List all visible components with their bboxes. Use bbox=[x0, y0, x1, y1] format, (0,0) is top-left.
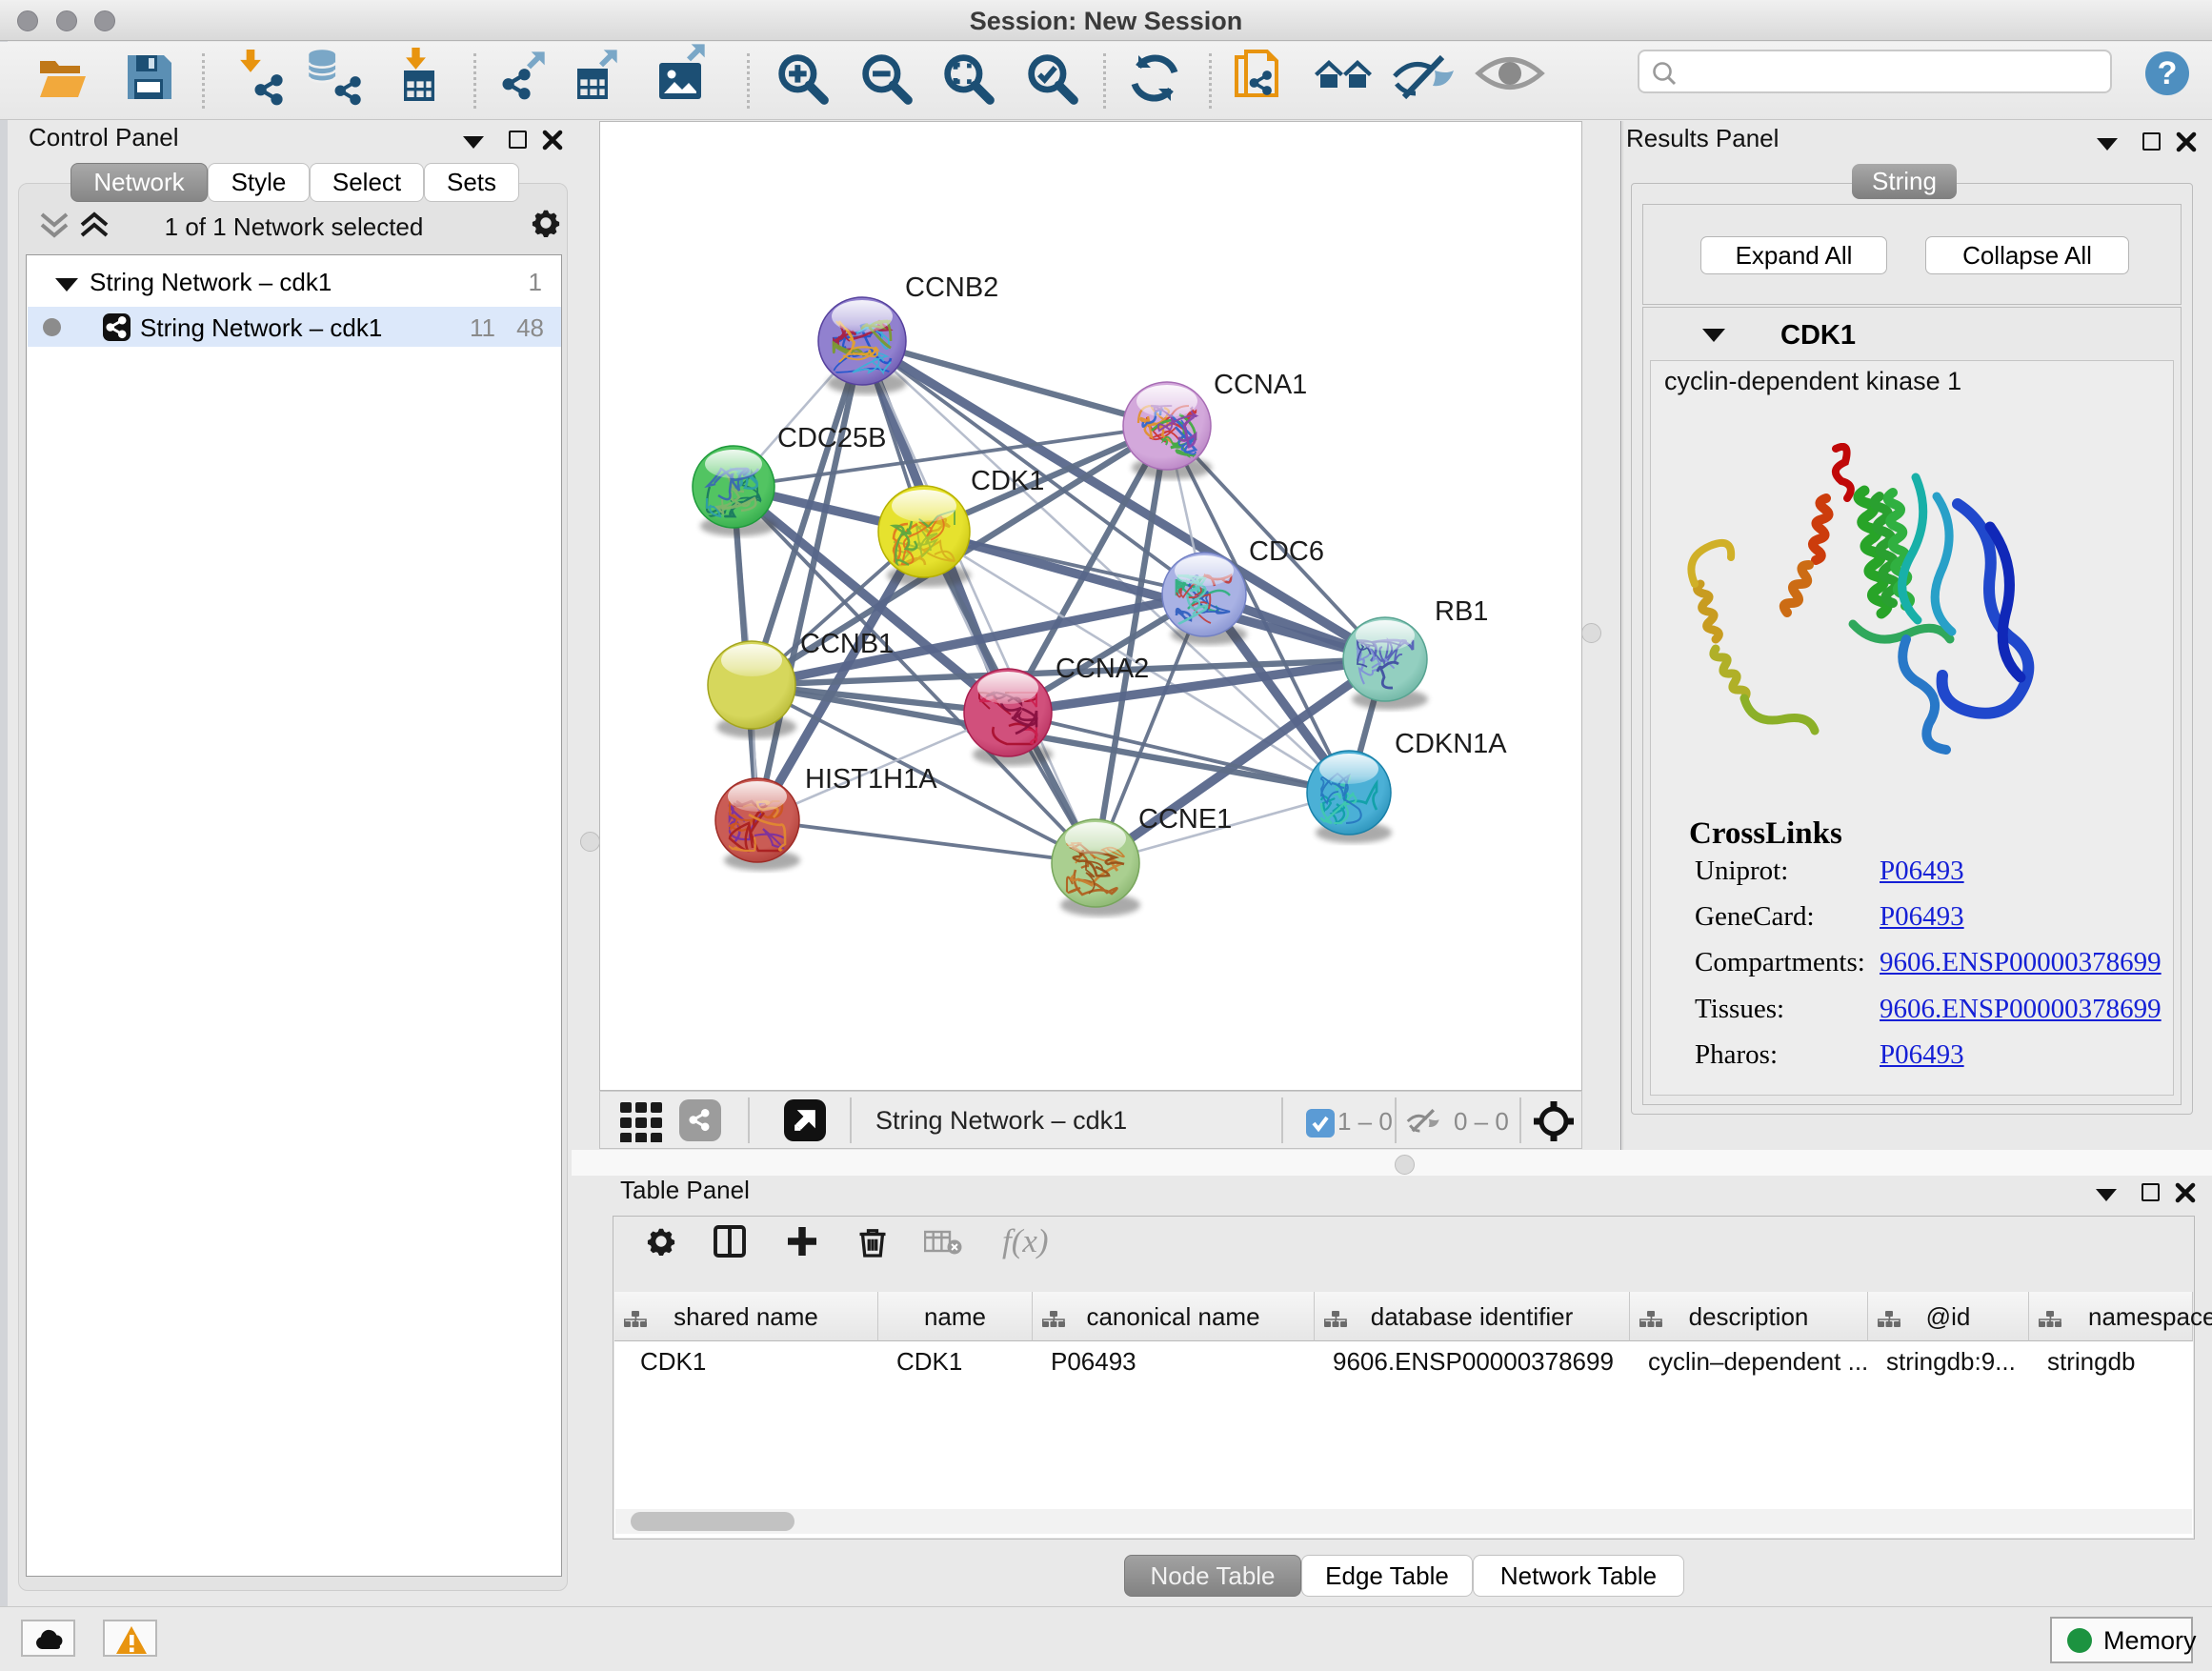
svg-text:CDC6: CDC6 bbox=[1249, 536, 1324, 567]
svg-text:CDKN1A: CDKN1A bbox=[1395, 729, 1507, 759]
svg-text:HIST1H1A: HIST1H1A bbox=[805, 764, 937, 795]
svg-text:CCNA1: CCNA1 bbox=[1214, 370, 1307, 400]
svg-text:CDC25B: CDC25B bbox=[777, 423, 886, 453]
svg-text:CCNE1: CCNE1 bbox=[1138, 804, 1232, 835]
svg-text:CDK1: CDK1 bbox=[971, 466, 1044, 496]
svg-text:RB1: RB1 bbox=[1435, 596, 1488, 627]
svg-text:CCNB1: CCNB1 bbox=[800, 629, 894, 659]
svg-text:CCNB2: CCNB2 bbox=[905, 272, 998, 303]
svg-text:CCNA2: CCNA2 bbox=[1056, 654, 1149, 684]
